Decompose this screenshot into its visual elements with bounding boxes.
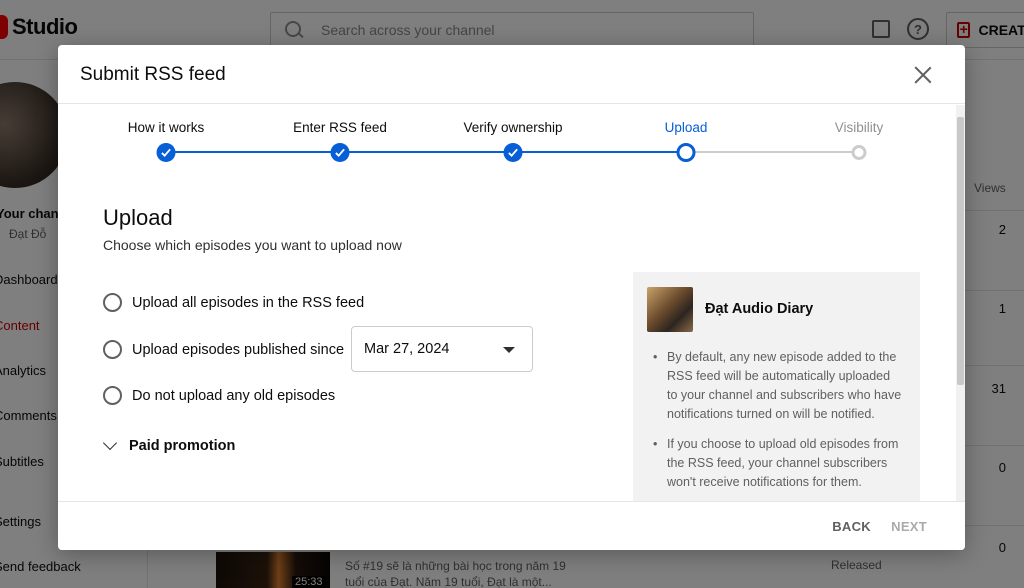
paid-promotion-toggle[interactable]: Paid promotion [102,435,236,454]
dropdown-arrow-icon [503,347,515,353]
option-upload-all[interactable]: Upload all episodes in the RSS feed [103,293,364,312]
option-no-old-episodes[interactable]: Do not upload any old episodes [103,386,335,405]
podcast-info-card: Đạt Audio Diary By default, any new epis… [633,272,920,512]
step-how-it-works-label: How it works [127,120,205,135]
info-bullet-list: By default, any new episode added to the… [653,348,903,503]
option-upload-all-label: Upload all episodes in the RSS feed [132,294,365,311]
step-verify-ownership-check-icon[interactable] [503,143,523,162]
next-button[interactable]: NEXT [891,519,927,534]
chevron-down-icon [102,435,118,451]
dialog-footer: BACK NEXT [58,501,965,550]
list-item: By default, any new episode added to the… [653,348,903,424]
step-enter-rss-feed-check-icon[interactable] [330,143,350,162]
podcast-thumbnail [647,287,693,332]
stepper-progress-line [166,151,686,153]
radio-button[interactable] [103,340,122,359]
radio-button[interactable] [103,293,122,312]
section-title: Upload [103,205,173,230]
step-enter-rss-feed-label: Enter RSS feed [293,120,387,135]
paid-promotion-label: Paid promotion [129,438,236,454]
list-item: If you choose to upload old episodes fro… [653,435,903,492]
dialog-scrollbar[interactable] [956,105,965,501]
step-how-it-works-check-icon[interactable] [156,143,176,162]
step-visibility-label: Visibility [834,120,884,135]
podcast-name: Đạt Audio Diary [705,301,814,317]
step-upload-label: Upload [664,120,708,135]
stepper-remaining-line [686,151,859,153]
radio-button[interactable] [103,386,122,405]
step-visibility-pending-icon [851,145,867,160]
option-no-old-episodes-label: Do not upload any old episodes [132,387,336,404]
option-upload-since-label: Upload episodes published since [132,341,345,358]
dialog-title: Submit RSS feed [80,64,226,85]
section-subtitle: Choose which episodes you want to upload… [103,237,402,253]
scrollbar-thumb[interactable] [957,117,964,385]
option-upload-since[interactable]: Upload episodes published since [103,340,344,359]
step-upload-current-icon [676,143,696,162]
stepper: How it works Enter RSS feed Verify owner… [58,105,956,175]
dialog-header: Submit RSS feed [58,45,965,104]
date-value: Mar 27, 2024 [364,341,450,357]
step-verify-ownership-label: Verify ownership [463,120,563,135]
close-icon[interactable] [914,66,932,84]
date-dropdown[interactable]: Mar 27, 2024 [351,326,533,372]
back-button[interactable]: BACK [832,519,871,534]
submit-rss-dialog: Submit RSS feed How it works Enter RSS f… [58,45,965,550]
